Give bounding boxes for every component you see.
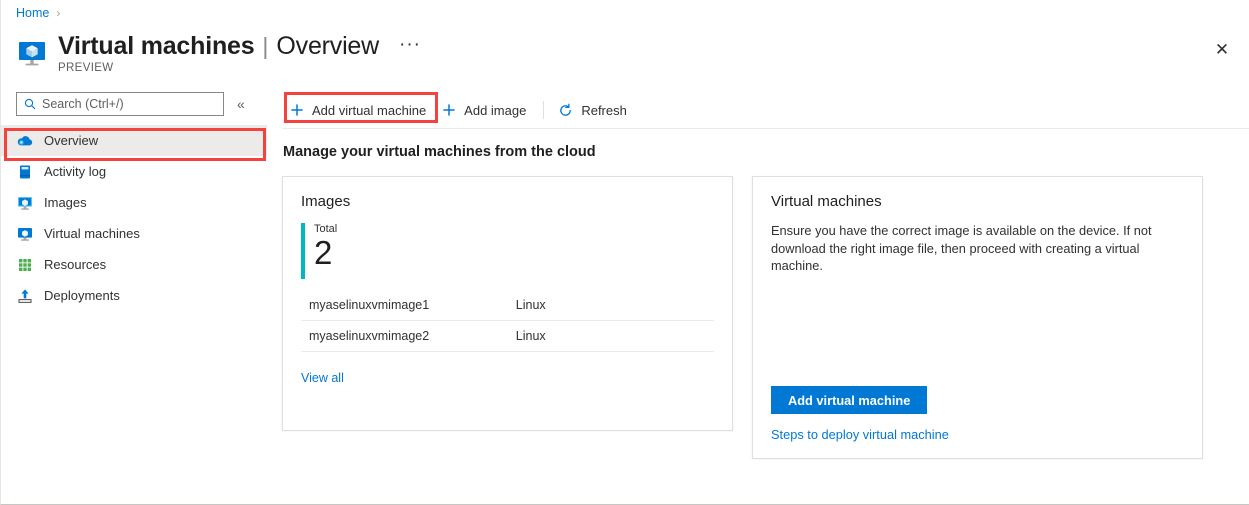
add-image-button[interactable]: Add image	[436, 96, 536, 124]
card-spacer	[771, 275, 1184, 387]
add-virtual-machine-label: Add virtual machine	[312, 102, 427, 118]
resources-grid-icon	[16, 256, 34, 274]
sidebar-item-deployments[interactable]: Deployments	[1, 280, 267, 311]
more-options-icon[interactable]: ···	[399, 35, 421, 54]
page-title-section: Overview	[276, 32, 379, 60]
image-os-cell: Linux	[515, 320, 714, 352]
images-card: Images Total 2 myaselinuxvmimage1 Linux	[282, 176, 733, 431]
metric-accent-bar	[301, 223, 305, 279]
sidebar-item-label: Activity log	[44, 164, 107, 179]
sidebar-search-row: «	[1, 92, 267, 116]
sidebar-item-activity-log[interactable]: Activity log	[1, 156, 267, 187]
images-icon	[16, 194, 34, 212]
search-icon	[24, 98, 36, 110]
title-block: Virtual machines | Overview ··· PREVIEW	[58, 32, 421, 74]
command-separator	[543, 101, 545, 119]
page-title-divider: |	[262, 33, 269, 59]
blade-content: Add virtual machine Add image Refresh Ma…	[282, 92, 1249, 504]
images-table: myaselinuxvmimage1 Linux myaselinuxvmima…	[301, 290, 714, 352]
content-heading: Manage your virtual machines from the cl…	[283, 144, 596, 160]
steps-to-deploy-link[interactable]: Steps to deploy virtual machine	[771, 427, 1184, 442]
table-row[interactable]: myaselinuxvmimage1 Linux	[301, 290, 714, 321]
sidebar-nav: Overview Activity log Images Virtual mac…	[1, 125, 267, 311]
add-virtual-machine-button[interactable]: Add virtual machine	[284, 96, 436, 124]
azure-portal-blade: Home › Virtual machines | Overview ··· P…	[0, 0, 1249, 505]
sidebar-item-label: Virtual machines	[44, 226, 140, 241]
sidebar-item-label: Resources	[44, 257, 107, 272]
page-title-main: Virtual machines	[58, 32, 255, 60]
metric-value: 2	[314, 234, 333, 271]
search-input[interactable]	[42, 97, 207, 111]
plus-icon	[440, 102, 457, 119]
blade-header: Virtual machines | Overview ··· PREVIEW	[16, 32, 421, 74]
page-title: Virtual machines | Overview ···	[58, 32, 421, 61]
view-all-link[interactable]: View all	[301, 371, 344, 385]
sidebar-item-label: Images	[44, 195, 87, 210]
sidebar-item-label: Overview	[44, 133, 99, 148]
activity-log-icon	[16, 163, 34, 181]
images-card-title: Images	[301, 193, 351, 210]
chevron-double-left-icon[interactable]: «	[237, 97, 245, 111]
add-image-label: Add image	[464, 102, 527, 118]
add-virtual-machine-primary-button[interactable]: Add virtual machine	[771, 386, 928, 414]
plus-icon	[288, 102, 305, 119]
sidebar-item-resources[interactable]: Resources	[1, 249, 267, 280]
table-row[interactable]: myaselinuxvmimage2 Linux	[301, 320, 714, 352]
virtual-machine-icon	[16, 225, 34, 243]
vm-card-title: Virtual machines	[771, 193, 882, 210]
close-button[interactable]: ✕	[1209, 36, 1235, 62]
virtual-machines-card: Virtual machines Ensure you have the cor…	[752, 176, 1203, 459]
sidebar-item-label: Deployments	[44, 288, 120, 303]
virtual-machine-icon	[16, 37, 48, 69]
cards-container: Images Total 2 myaselinuxvmimage1 Linux	[282, 176, 1249, 459]
breadcrumb-separator-icon: ›	[56, 6, 61, 20]
cloud-icon	[16, 132, 34, 150]
breadcrumb: Home ›	[16, 6, 60, 20]
sidebar-item-overview[interactable]: Overview	[1, 125, 267, 156]
deployments-icon	[16, 287, 34, 305]
sidebar-item-images[interactable]: Images	[1, 187, 267, 218]
blade-sidebar: « Overview	[1, 92, 267, 311]
images-total-metric: Total 2	[301, 223, 714, 279]
refresh-icon	[557, 102, 574, 119]
image-name-cell: myaselinuxvmimage1	[301, 290, 516, 321]
breadcrumb-home[interactable]: Home	[16, 6, 49, 20]
preview-badge: PREVIEW	[58, 62, 114, 74]
vm-card-description: Ensure you have the correct image is ava…	[771, 223, 1152, 273]
command-bar: Add virtual machine Add image Refresh	[282, 92, 1249, 129]
image-os-cell: Linux	[515, 290, 714, 321]
refresh-button[interactable]: Refresh	[553, 96, 637, 124]
refresh-label: Refresh	[581, 102, 627, 118]
image-name-cell: myaselinuxvmimage2	[301, 320, 516, 352]
metric-text: Total 2	[314, 223, 337, 279]
search-box[interactable]	[16, 92, 224, 116]
sidebar-item-virtual-machines[interactable]: Virtual machines	[1, 218, 267, 249]
close-icon: ✕	[1214, 39, 1230, 59]
